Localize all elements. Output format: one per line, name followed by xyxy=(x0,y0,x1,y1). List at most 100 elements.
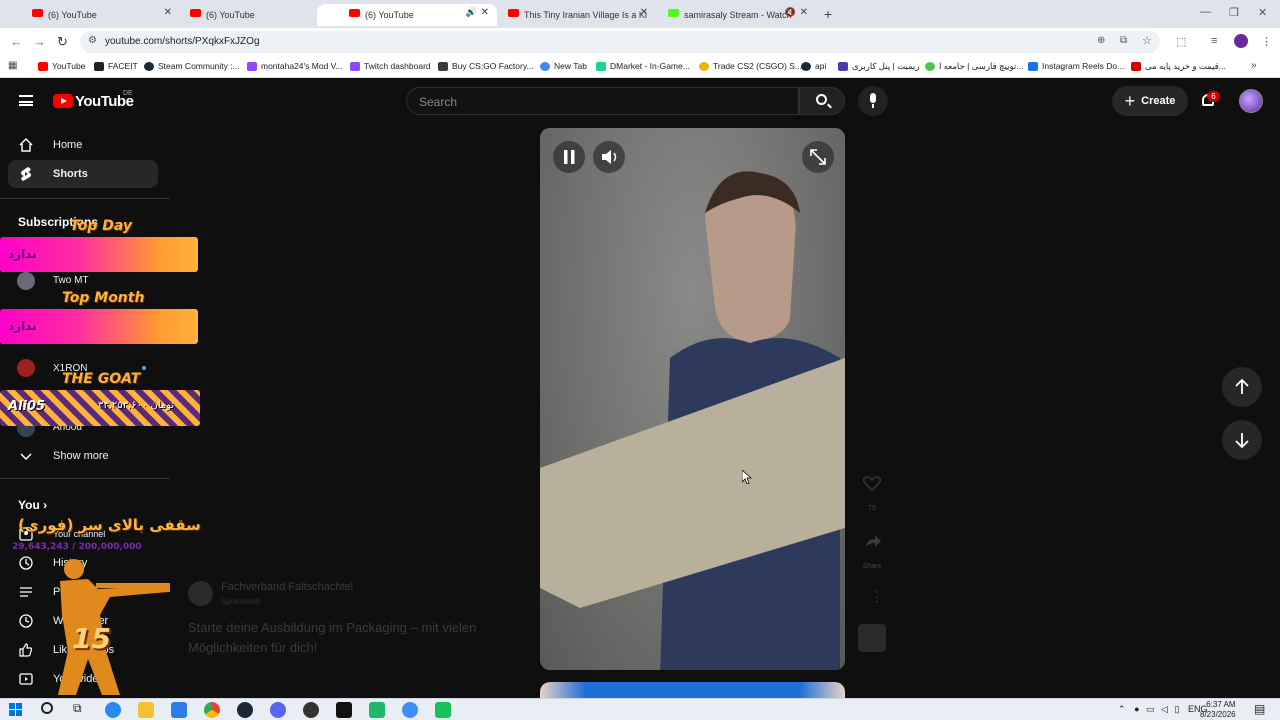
reload-icon[interactable]: ↻ xyxy=(57,34,68,50)
bookmark-item[interactable]: DMarket - In-Game... xyxy=(596,61,690,71)
menu-dots-icon[interactable]: ⋮ xyxy=(1261,35,1272,48)
create-button[interactable]: + Create xyxy=(1112,86,1188,116)
microphone-icon[interactable]: ● xyxy=(1134,704,1139,714)
account-avatar[interactable] xyxy=(1239,89,1263,113)
windows-start-icon[interactable] xyxy=(9,703,22,716)
bookmark-item[interactable]: YouTube xyxy=(38,61,85,71)
youtube-favicon-icon xyxy=(508,9,519,17)
steam-icon[interactable] xyxy=(237,702,253,718)
edge-icon[interactable] xyxy=(105,702,121,718)
task-view-icon[interactable]: ⧉ xyxy=(73,701,82,716)
discord-icon[interactable] xyxy=(270,702,286,718)
close-window-icon[interactable]: ✕ xyxy=(1258,6,1267,19)
apps-grid-icon[interactable]: ▦ xyxy=(8,60,17,71)
zoom-icon[interactable]: ⊕ xyxy=(1097,35,1105,46)
bookmark-item[interactable]: Steam Community :... xyxy=(144,61,240,71)
like-button[interactable] xyxy=(858,469,886,497)
show-more-button[interactable]: Show more xyxy=(8,442,158,470)
mouse-cursor-icon xyxy=(742,470,752,484)
chevron-up-icon[interactable]: ⌃ xyxy=(1118,704,1126,714)
search-icon[interactable] xyxy=(41,702,53,714)
clock-time: 6:37 AM xyxy=(1206,700,1236,709)
maximize-icon[interactable]: ❐ xyxy=(1229,6,1239,19)
advertiser-avatar[interactable] xyxy=(188,581,213,606)
previous-short-button[interactable] xyxy=(1222,367,1262,407)
search-icon xyxy=(816,94,827,105)
more-options-button[interactable]: ⋮ xyxy=(858,584,886,612)
app-icon[interactable] xyxy=(435,702,451,718)
menu-icon[interactable] xyxy=(19,95,33,106)
bookmark-item[interactable]: Twitch dashboard xyxy=(350,61,431,71)
fullscreen-button[interactable] xyxy=(802,141,834,173)
share-button[interactable] xyxy=(858,527,886,555)
media-control-icon[interactable]: ≡ xyxy=(1211,35,1217,47)
bookmark-item[interactable]: Buy CS:GO Factory... xyxy=(438,61,534,71)
bookmark-item[interactable]: قیمت و خرید پایه می... xyxy=(1131,61,1226,72)
app-icon[interactable] xyxy=(336,702,352,718)
pause-button[interactable] xyxy=(553,141,585,173)
sidebar-item-shorts[interactable]: Shorts xyxy=(8,160,158,188)
channel-avatar[interactable] xyxy=(17,359,35,377)
forward-icon[interactable]: → xyxy=(33,34,46,49)
volume-button[interactable] xyxy=(593,141,625,173)
sidebar-item-home[interactable]: Home xyxy=(8,131,158,159)
voice-search-button[interactable] xyxy=(858,86,888,116)
bookmark-item[interactable]: Instagram Reels Do... xyxy=(1028,61,1124,71)
kick-favicon-icon xyxy=(668,9,679,17)
new-tab-button[interactable]: + xyxy=(824,6,832,22)
bookmark-item[interactable]: ریمیت | پنل کاربری xyxy=(838,61,919,72)
arrow-up-icon xyxy=(1235,378,1249,394)
ad-headline[interactable]: Starte deine Ausbildung im Packaging – m… xyxy=(188,618,528,658)
browser-tab[interactable]: (6) YouTube ✕ xyxy=(0,4,180,26)
bookmark-item[interactable]: New Tab xyxy=(540,61,587,71)
the-goat-label: THE GOAT xyxy=(62,371,141,387)
url-field[interactable]: ⚙ youtube.com/shorts/PXqkxFxJZOg ⊕ ⧉ ☆ xyxy=(80,31,1160,53)
search-button[interactable] xyxy=(799,87,845,115)
battery-icon[interactable]: ▯ xyxy=(1174,704,1179,714)
volume-icon[interactable]: ◁ xyxy=(1161,704,1168,714)
you-heading[interactable]: You › xyxy=(18,498,47,512)
store-icon[interactable] xyxy=(171,702,187,718)
microphone-icon xyxy=(870,93,876,108)
site-info-icon[interactable]: ⚙ xyxy=(88,35,97,46)
bookmark-item[interactable]: FACEIT xyxy=(94,61,138,71)
next-short-button[interactable] xyxy=(1222,420,1262,460)
sound-thumbnail[interactable] xyxy=(858,624,886,652)
extensions-icon[interactable]: ⬚ xyxy=(1176,35,1186,48)
profile-avatar[interactable] xyxy=(1234,34,1248,48)
search-input[interactable] xyxy=(419,93,779,111)
install-icon[interactable]: ⧉ xyxy=(1120,35,1127,46)
bookmark-item[interactable]: api xyxy=(801,61,826,71)
bookmark-item[interactable]: Trade CS2 (CSGO) S... xyxy=(699,61,802,71)
history-icon xyxy=(19,556,33,570)
youtube-logo-icon[interactable] xyxy=(53,94,73,108)
obs-icon[interactable] xyxy=(303,702,319,718)
clock-date: 8/23/2026 xyxy=(1200,710,1236,719)
channel-avatar[interactable] xyxy=(17,272,35,290)
advertiser-name[interactable]: Fachverband Faltschachtel xyxy=(221,581,353,593)
notification-center-icon[interactable]: ▤ xyxy=(1254,702,1265,716)
bookmark-item[interactable]: توییچ فارسی | جامعه ا... xyxy=(925,61,1023,72)
shorts-video-player[interactable] xyxy=(540,128,845,670)
chrome-icon[interactable] xyxy=(204,702,220,718)
browser-tab[interactable]: This Tiny Iranian Village Is a Ki ✕ xyxy=(476,4,656,26)
browser-tab-active[interactable]: (6) YouTube 🔊 ✕ xyxy=(317,4,497,26)
more-bookmarks-icon[interactable]: » xyxy=(1251,60,1257,71)
app-icon[interactable] xyxy=(402,702,418,718)
browser-tab[interactable]: (6) YouTube ✕ xyxy=(158,4,338,26)
app-icon[interactable] xyxy=(369,702,385,718)
back-icon[interactable]: ← xyxy=(10,34,23,49)
browser-tab[interactable]: samirasaly Stream - Watch 🔇 ✕ xyxy=(636,4,816,26)
minimize-icon[interactable]: — xyxy=(1200,6,1211,18)
youtube-header: YouTube DE +Create xyxy=(0,80,1280,122)
file-explorer-icon[interactable] xyxy=(138,702,154,718)
network-icon[interactable]: ▭ xyxy=(1146,704,1155,714)
next-short-preview[interactable] xyxy=(540,682,845,698)
bookmark-star-icon[interactable]: ☆ xyxy=(1142,34,1152,47)
soldier-number: 15 xyxy=(72,622,111,655)
muted-speaker-icon[interactable]: 🔇 xyxy=(785,7,796,18)
channel-name[interactable]: Two MT xyxy=(53,275,89,286)
bookmark-item[interactable]: montaha24's Mod V... xyxy=(247,61,343,71)
close-tab-icon[interactable]: ✕ xyxy=(800,7,808,18)
system-clock[interactable]: 6:37 AM 8/23/2026 xyxy=(1200,700,1236,720)
